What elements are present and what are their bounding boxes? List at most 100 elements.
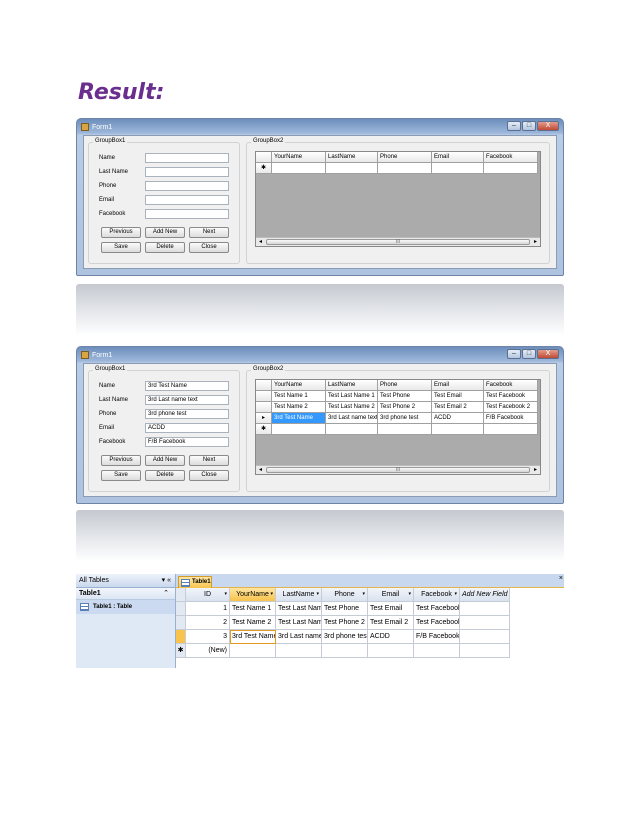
table-cell[interactable]: 3 [186,630,230,644]
save-button[interactable]: Save [101,470,141,481]
table-row-current[interactable]: ▸ 3rd Test Name 3rd Last name text 3rd p… [256,413,540,424]
col-header-email[interactable]: Email [432,152,484,163]
delete-button[interactable]: Delete [145,242,185,253]
minimize-button[interactable]: – [507,121,521,131]
table-cell[interactable]: 1 [186,602,230,616]
table-cell[interactable] [368,644,414,658]
grid-cell[interactable] [484,424,538,435]
grid-cell[interactable] [432,424,484,435]
maximize-button[interactable]: □ [522,349,536,359]
grid-cell[interactable]: ACDD [432,413,484,424]
scroll-right-icon[interactable]: ▸ [531,238,540,246]
table-cell[interactable]: Test Facebook [414,616,460,630]
grid-cell[interactable]: Test Facebook 2 [484,402,538,413]
add-new-button[interactable]: Add New [145,227,185,238]
grid-cell[interactable]: F/B Facebook [484,413,538,424]
next-button[interactable]: Next [189,455,229,466]
minimize-button[interactable]: – [507,349,521,359]
grid-cell[interactable] [326,424,378,435]
table-row[interactable]: Test Name 2 Test Last Name 2 Test Phone … [256,402,540,413]
scroll-thumb[interactable]: III [266,239,530,245]
close-button[interactable]: Close [189,242,229,253]
row-header[interactable] [256,391,272,402]
maximize-button[interactable]: □ [522,121,536,131]
grid-cell-selected[interactable]: 3rd Test Name [272,413,326,424]
table-cell[interactable]: Test Last Name [276,616,322,630]
last-name-input[interactable] [145,167,229,177]
last-name-input[interactable]: 3rd Last name text [145,395,229,405]
col-header-yourname[interactable]: YourName ▾ [230,588,276,602]
col-header-yourname[interactable]: YourName [272,380,326,391]
col-header-facebook[interactable]: Facebook [484,152,538,163]
phone-input[interactable] [145,181,229,191]
table-cell[interactable]: F/B Facebook [414,630,460,644]
record-selector[interactable] [176,630,186,644]
col-header-email[interactable]: Email ▾ [368,588,414,602]
close-tab-icon[interactable]: × [559,575,563,582]
table-cell[interactable]: Test Last Name [276,602,322,616]
grid-cell[interactable] [378,163,432,174]
col-header-facebook[interactable]: Facebook ▾ [414,588,460,602]
grid-cell[interactable]: Test Phone 2 [378,402,432,413]
grid-cell[interactable]: Test Email [432,391,484,402]
grid-cell[interactable]: Test Email 2 [432,402,484,413]
nav-pane-header[interactable]: All Tables ▾ « [76,574,175,588]
collapse-icon[interactable]: ⌃ [163,588,169,599]
chevron-down-icon[interactable]: ▾ [362,588,365,601]
scroll-left-icon[interactable]: ◂ [256,466,265,474]
facebook-input[interactable] [145,209,229,219]
col-header-yourname[interactable]: YourName [272,152,326,163]
scroll-left-icon[interactable]: ◂ [256,238,265,246]
table-cell[interactable]: Test Name 1 [230,602,276,616]
add-new-button[interactable]: Add New [145,455,185,466]
scroll-right-icon[interactable]: ▸ [531,466,540,474]
grid-cell[interactable]: Test Last Name 1 [326,391,378,402]
table-cell[interactable] [276,644,322,658]
record-selector[interactable] [176,602,186,616]
table-cell[interactable]: Test Name 2 [230,616,276,630]
grid-cell[interactable] [272,424,326,435]
phone-input[interactable]: 3rd phone test [145,409,229,419]
grid-cell[interactable]: 3rd phone test [378,413,432,424]
table-cell[interactable]: Test Facebook [414,602,460,616]
table-cell[interactable] [460,602,510,616]
col-header-phone[interactable]: Phone ▾ [322,588,368,602]
grid-new-row[interactable]: ✱ [256,424,540,435]
table-cell-focused[interactable]: 3rd Test Name [230,630,276,644]
email-input[interactable]: ACDD [145,423,229,433]
horizontal-scrollbar[interactable]: ◂ III ▸ [256,237,540,246]
table-cell[interactable]: Test Email [368,602,414,616]
col-header-id[interactable]: ID ▾ [186,588,230,602]
name-input[interactable]: 3rd Test Name [145,381,229,391]
chevron-down-icon[interactable]: ▾ [454,588,457,601]
col-header-email[interactable]: Email [432,380,484,391]
table-row[interactable]: 1 Test Name 1 Test Last Name Test Phone … [176,602,564,616]
table-cell[interactable]: 3rd phone test [322,630,368,644]
chevron-down-icon[interactable]: ▾ [316,588,319,601]
row-header[interactable] [256,402,272,413]
table-cell[interactable] [460,630,510,644]
table-row[interactable]: 2 Test Name 2 Test Last Name Test Phone … [176,616,564,630]
grid-cell[interactable] [378,424,432,435]
new-record-label[interactable]: (New) [186,644,230,658]
col-header-facebook[interactable]: Facebook [484,380,538,391]
add-new-field-header[interactable]: Add New Field [460,588,510,602]
table-cell[interactable] [230,644,276,658]
col-header-lastname[interactable]: LastName ▾ [276,588,322,602]
grid-cell[interactable] [484,163,538,174]
table-cell[interactable] [460,616,510,630]
close-window-button[interactable]: X [537,121,559,131]
table-row[interactable]: Test Name 1 Test Last Name 1 Test Phone … [256,391,540,402]
grid-cell[interactable]: Test Name 2 [272,402,326,413]
table-cell[interactable] [460,644,510,658]
close-window-button[interactable]: X [537,349,559,359]
grid-cell[interactable] [272,163,326,174]
grid-cell[interactable] [432,163,484,174]
col-header-lastname[interactable]: LastName [326,380,378,391]
table-row-current[interactable]: 3 3rd Test Name 3rd Last name 3rd phone … [176,630,564,644]
select-all-corner[interactable] [176,588,186,602]
next-button[interactable]: Next [189,227,229,238]
title-bar[interactable]: Form1 [81,121,503,133]
datasheet[interactable]: ID ▾ YourName ▾ LastName ▾ Phone ▾ Email ▾ Fa… [176,588,564,658]
email-input[interactable] [145,195,229,205]
